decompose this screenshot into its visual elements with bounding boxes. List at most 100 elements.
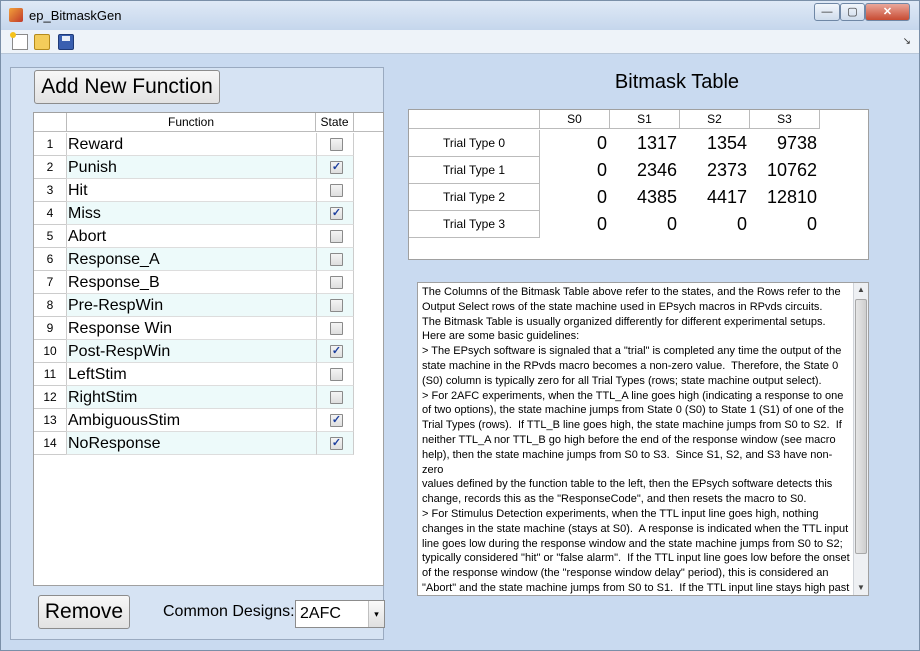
scroll-down-icon[interactable]: ▼: [854, 581, 868, 595]
function-name-cell[interactable]: Pre-RespWin: [66, 294, 316, 317]
state-cell: [316, 363, 354, 386]
bitmask-cell[interactable]: 1354: [680, 130, 750, 157]
table-row[interactable]: 2 Punish ✓: [34, 156, 383, 179]
app-window: ep_BitmaskGen — ▢ ✕ ↘ Add New Function F…: [0, 0, 920, 651]
table-row[interactable]: 6 Response_A: [34, 248, 383, 271]
function-name-cell[interactable]: NoResponse: [66, 432, 316, 455]
function-name-cell[interactable]: Miss: [66, 202, 316, 225]
state-cell: [316, 317, 354, 340]
maximize-button[interactable]: ▢: [840, 3, 865, 21]
bitmask-cell[interactable]: 4385: [610, 184, 680, 211]
state-cell: [316, 271, 354, 294]
state-cell: [316, 179, 354, 202]
table-row[interactable]: 10 Post-RespWin ✓: [34, 340, 383, 363]
state-checkbox[interactable]: [330, 253, 343, 266]
bitmask-cell[interactable]: 10762: [750, 157, 820, 184]
function-name-cell[interactable]: LeftStim: [66, 363, 316, 386]
add-new-function-button[interactable]: Add New Function: [34, 70, 220, 104]
table-row[interactable]: 9 Response Win: [34, 317, 383, 340]
function-column-header: Function: [66, 113, 316, 132]
common-designs-dropdown[interactable]: 2AFC ▾: [295, 600, 385, 628]
bitmask-cell[interactable]: 9738: [750, 130, 820, 157]
bitmask-column-header: S3: [750, 110, 820, 129]
help-text-box[interactable]: The Columns of the Bitmask Table above r…: [417, 282, 869, 596]
function-name-cell[interactable]: Hit: [66, 179, 316, 202]
function-table: Function State 1 Reward 2 Punish ✓ 3 Hit 4 Miss ✓…: [33, 112, 384, 586]
state-checkbox[interactable]: ✓: [330, 437, 343, 450]
table-row[interactable]: 3 Hit: [34, 179, 383, 202]
function-name-cell[interactable]: Response Win: [66, 317, 316, 340]
state-checkbox[interactable]: ✓: [330, 161, 343, 174]
row-number: 11: [34, 363, 66, 386]
table-row[interactable]: 7 Response_B: [34, 271, 383, 294]
bitmask-row-header: Trial Type 2: [409, 184, 540, 211]
table-row[interactable]: 5 Abort: [34, 225, 383, 248]
state-checkbox[interactable]: [330, 276, 343, 289]
row-number: 9: [34, 317, 66, 340]
bitmask-cell[interactable]: 2373: [680, 157, 750, 184]
function-name-cell[interactable]: Response_A: [66, 248, 316, 271]
table-row[interactable]: 14 NoResponse ✓: [34, 432, 383, 455]
bitmask-cell[interactable]: 0: [610, 211, 680, 238]
vertical-scrollbar[interactable]: ▲ ▼: [853, 283, 868, 595]
table-row[interactable]: 13 AmbiguousStim ✓: [34, 409, 383, 432]
scroll-up-icon[interactable]: ▲: [854, 283, 868, 297]
table-row[interactable]: 1 Reward: [34, 133, 383, 156]
function-name-cell[interactable]: AmbiguousStim: [66, 409, 316, 432]
table-row[interactable]: 11 LeftStim: [34, 363, 383, 386]
title-bar: ep_BitmaskGen — ▢ ✕: [1, 1, 919, 30]
bitmask-row-header: Trial Type 3: [409, 211, 540, 238]
state-checkbox[interactable]: ✓: [330, 207, 343, 220]
state-checkbox[interactable]: ✓: [330, 414, 343, 427]
state-checkbox[interactable]: [330, 391, 343, 404]
table-row[interactable]: 12 RightStim: [34, 386, 383, 409]
function-name-cell[interactable]: Abort: [66, 225, 316, 248]
new-file-icon[interactable]: [10, 32, 28, 50]
bitmask-table: S0 S1 S2 S3 Trial Type 0 0 1317 1354 9738 Trial T…: [408, 109, 869, 260]
bitmask-cell[interactable]: 0: [680, 211, 750, 238]
save-icon[interactable]: [58, 34, 74, 50]
scroll-thumb[interactable]: [855, 299, 867, 554]
function-panel: Add New Function Function State 1 Reward 2…: [10, 67, 385, 640]
bitmask-cell[interactable]: 12810: [750, 184, 820, 211]
function-name-cell[interactable]: Post-RespWin: [66, 340, 316, 363]
open-folder-icon[interactable]: [34, 34, 50, 50]
state-checkbox[interactable]: [330, 138, 343, 151]
close-button[interactable]: ✕: [865, 3, 910, 21]
state-checkbox[interactable]: ✓: [330, 345, 343, 358]
chevron-down-icon[interactable]: ▾: [368, 601, 384, 627]
bitmask-table-title: Bitmask Table: [614, 71, 740, 93]
minimize-button[interactable]: —: [814, 3, 840, 21]
state-checkbox[interactable]: [330, 322, 343, 335]
row-number: 7: [34, 271, 66, 294]
function-name-cell[interactable]: Reward: [66, 133, 316, 156]
row-number: 10: [34, 340, 66, 363]
state-cell: ✓: [316, 409, 354, 432]
state-checkbox[interactable]: [330, 230, 343, 243]
row-number: 8: [34, 294, 66, 317]
bitmask-cell[interactable]: 4417: [680, 184, 750, 211]
bitmask-cell[interactable]: 0: [540, 130, 610, 157]
state-checkbox[interactable]: [330, 299, 343, 312]
remove-button[interactable]: Remove: [38, 595, 130, 629]
table-row[interactable]: 4 Miss ✓: [34, 202, 383, 225]
function-name-cell[interactable]: Punish: [66, 156, 316, 179]
bitmask-cell[interactable]: 2346: [610, 157, 680, 184]
function-name-cell[interactable]: RightStim: [66, 386, 316, 409]
bitmask-cell[interactable]: 0: [540, 184, 610, 211]
function-name-cell[interactable]: Response_B: [66, 271, 316, 294]
common-designs-label: Common Designs:: [163, 603, 295, 620]
state-cell: [316, 248, 354, 271]
bitmask-cell[interactable]: 1317: [610, 130, 680, 157]
bitmask-cell[interactable]: 0: [540, 157, 610, 184]
state-checkbox[interactable]: [330, 368, 343, 381]
help-text: The Columns of the Bitmask Table above r…: [422, 286, 850, 594]
bitmask-cell[interactable]: 0: [540, 211, 610, 238]
dock-arrow-icon[interactable]: ↘: [903, 36, 911, 47]
row-number: 6: [34, 248, 66, 271]
table-row[interactable]: 8 Pre-RespWin: [34, 294, 383, 317]
row-number: 5: [34, 225, 66, 248]
state-checkbox[interactable]: [330, 184, 343, 197]
main-content: Add New Function Function State 1 Reward 2…: [3, 55, 917, 649]
bitmask-cell[interactable]: 0: [750, 211, 820, 238]
